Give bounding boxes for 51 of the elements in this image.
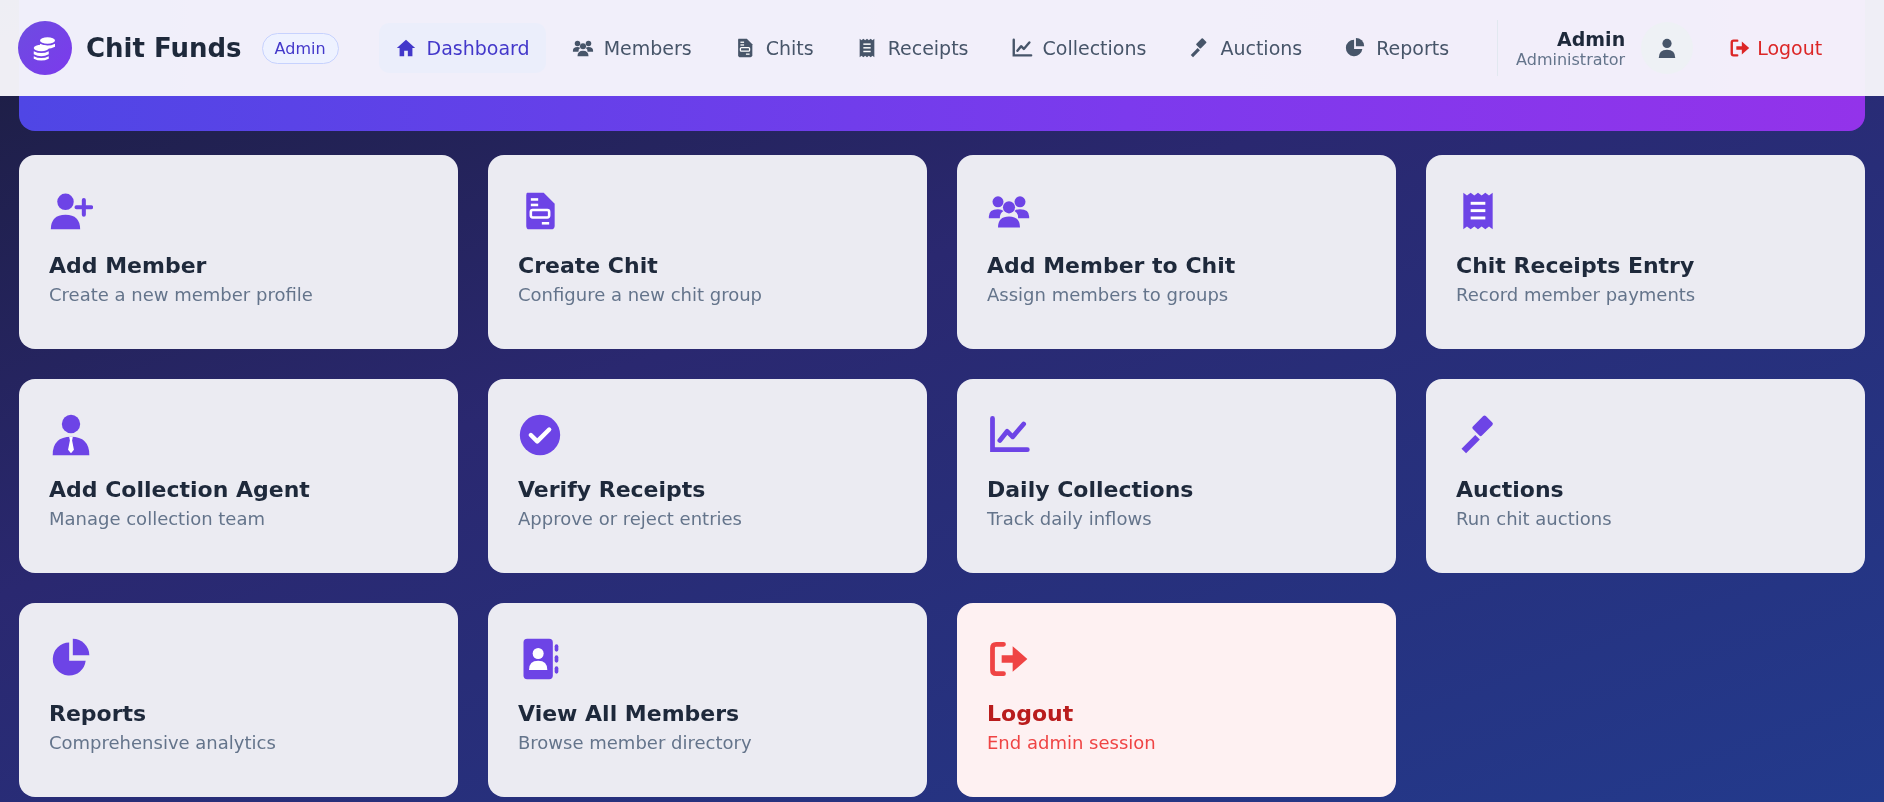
card-title: Chit Receipts Entry bbox=[1456, 253, 1695, 278]
line-chart-icon bbox=[1010, 37, 1033, 59]
dashboard-card[interactable]: Daily Collections Track daily inflows bbox=[957, 379, 1396, 573]
nav-tab[interactable]: Members bbox=[555, 23, 708, 73]
card-subtitle: End admin session bbox=[987, 732, 1156, 753]
role-badge: Admin bbox=[261, 32, 339, 64]
nav-tab[interactable]: Auctions bbox=[1172, 23, 1319, 73]
card-title: Add Collection Agent bbox=[49, 477, 310, 502]
nav-tab[interactable]: Receipts bbox=[839, 23, 985, 73]
card-subtitle: Run chit auctions bbox=[1456, 508, 1612, 529]
dashboard-card[interactable]: Chit Receipts Entry Record member payments bbox=[1426, 155, 1865, 349]
dashboard-card[interactable]: Add Member to Chit Assign members to groups bbox=[957, 155, 1396, 349]
dashboard-card[interactable]: Create Chit Configure a new chit group bbox=[488, 155, 927, 349]
logout-icon bbox=[1729, 37, 1752, 59]
nav-tab[interactable]: Chits bbox=[717, 23, 830, 73]
card-title: Reports bbox=[49, 701, 147, 726]
card-subtitle: Create a new member profile bbox=[49, 284, 313, 305]
dashboard-card[interactable]: Add Member Create a new member profile bbox=[19, 155, 458, 349]
card-title: Verify Receipts bbox=[518, 477, 706, 502]
user-name: Admin bbox=[1557, 27, 1626, 50]
home-icon bbox=[394, 37, 417, 59]
card-subtitle: Comprehensive analytics bbox=[49, 732, 276, 753]
card-title: Create Chit bbox=[518, 253, 658, 278]
card-subtitle: Track daily inflows bbox=[987, 508, 1152, 529]
card-subtitle: Assign members to groups bbox=[987, 284, 1229, 305]
dashboard-card[interactable]: Verify Receipts Approve or reject entries bbox=[488, 379, 927, 573]
card-subtitle: Configure a new chit group bbox=[518, 284, 762, 305]
card-title: Auctions bbox=[1456, 477, 1564, 502]
pie-chart-icon bbox=[1344, 37, 1367, 59]
dashboard-card[interactable]: Auctions Run chit auctions bbox=[1426, 379, 1865, 573]
card-subtitle: Browse member directory bbox=[518, 732, 752, 753]
logout-link[interactable]: Logout bbox=[1729, 37, 1823, 59]
nav-tab[interactable]: Dashboard bbox=[378, 23, 546, 73]
card-title: Add Member bbox=[49, 253, 207, 278]
card-subtitle: Approve or reject entries bbox=[518, 508, 742, 529]
nav-tab[interactable]: Collections bbox=[994, 23, 1163, 73]
card-title: Add Member to Chit bbox=[987, 253, 1236, 278]
card-subtitle: Record member payments bbox=[1456, 284, 1696, 305]
dashboard-card[interactable]: Reports Comprehensive analytics bbox=[19, 603, 458, 797]
card-title: Logout bbox=[987, 701, 1074, 726]
check-circle-icon bbox=[518, 413, 562, 457]
nav-tab[interactable]: Reports bbox=[1328, 23, 1466, 73]
card-title: View All Members bbox=[518, 701, 740, 726]
dashboard-card[interactable]: Add Collection Agent Manage collection team bbox=[19, 379, 458, 573]
coins-logo-icon bbox=[18, 21, 72, 75]
app-name: Chit Funds bbox=[86, 33, 242, 63]
dashboard-card[interactable]: View All Members Browse member directory bbox=[488, 603, 927, 797]
user-role: Administrator bbox=[1516, 49, 1626, 69]
card-title: Daily Collections bbox=[987, 477, 1194, 502]
card-subtitle: Manage collection team bbox=[49, 508, 265, 529]
dashboard-card[interactable]: Logout End admin session bbox=[957, 603, 1396, 797]
